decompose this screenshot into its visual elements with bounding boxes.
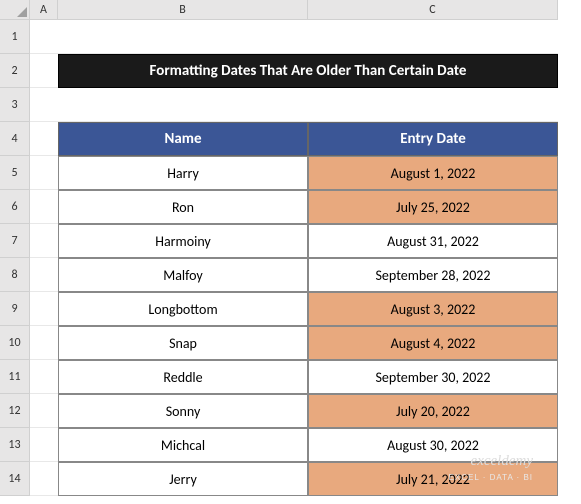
cell-a12[interactable]	[30, 394, 58, 428]
table-row[interactable]: July 20, 2022	[308, 394, 558, 428]
row-header-1[interactable]: 1	[0, 20, 30, 54]
spreadsheet-grid: A B C 1 2 Formatting Dates That Are Olde…	[0, 0, 581, 496]
row-header-14[interactable]: 14	[0, 462, 30, 496]
table-row[interactable]: August 1, 2022	[308, 156, 558, 190]
cell-c1[interactable]	[308, 20, 558, 54]
cell-a4[interactable]	[30, 122, 58, 156]
cell-a10[interactable]	[30, 326, 58, 360]
row-header-6[interactable]: 6	[0, 190, 30, 224]
table-row[interactable]: Harmoiny	[58, 224, 308, 258]
table-row[interactable]: September 28, 2022	[308, 258, 558, 292]
row-header-13[interactable]: 13	[0, 428, 30, 462]
title-cell[interactable]: Formatting Dates That Are Older Than Cer…	[58, 54, 558, 88]
col-header-a[interactable]: A	[30, 0, 58, 20]
col-header-b[interactable]: B	[58, 0, 308, 20]
row-header-9[interactable]: 9	[0, 292, 30, 326]
row-header-12[interactable]: 12	[0, 394, 30, 428]
row-header-8[interactable]: 8	[0, 258, 30, 292]
cell-a3[interactable]	[30, 88, 58, 122]
col-header-c[interactable]: C	[308, 0, 558, 20]
table-header-date[interactable]: Entry Date	[308, 122, 558, 156]
cell-b1[interactable]	[58, 20, 308, 54]
table-row[interactable]: Harry	[58, 156, 308, 190]
cell-a9[interactable]	[30, 292, 58, 326]
table-row[interactable]: July 25, 2022	[308, 190, 558, 224]
select-all-corner[interactable]	[0, 0, 30, 20]
row-header-2[interactable]: 2	[0, 54, 30, 88]
cell-a1[interactable]	[30, 20, 58, 54]
row-header-10[interactable]: 10	[0, 326, 30, 360]
cell-a14[interactable]	[30, 462, 58, 496]
table-row[interactable]: August 4, 2022	[308, 326, 558, 360]
cell-b3[interactable]	[58, 88, 308, 122]
table-row[interactable]: Ron	[58, 190, 308, 224]
cell-a2[interactable]	[30, 54, 58, 88]
row-header-7[interactable]: 7	[0, 224, 30, 258]
table-row[interactable]: Snap	[58, 326, 308, 360]
table-header-name[interactable]: Name	[58, 122, 308, 156]
row-header-4[interactable]: 4	[0, 122, 30, 156]
table-row[interactable]: August 3, 2022	[308, 292, 558, 326]
cell-c3[interactable]	[308, 88, 558, 122]
cell-a11[interactable]	[30, 360, 58, 394]
table-row[interactable]: July 21, 2022	[308, 462, 558, 496]
row-header-3[interactable]: 3	[0, 88, 30, 122]
cell-a5[interactable]	[30, 156, 58, 190]
cell-a8[interactable]	[30, 258, 58, 292]
table-row[interactable]: Sonny	[58, 394, 308, 428]
table-row[interactable]: August 31, 2022	[308, 224, 558, 258]
cell-a6[interactable]	[30, 190, 58, 224]
table-row[interactable]: August 30, 2022	[308, 428, 558, 462]
table-row[interactable]: Reddle	[58, 360, 308, 394]
cell-a7[interactable]	[30, 224, 58, 258]
table-row[interactable]: September 30, 2022	[308, 360, 558, 394]
table-row[interactable]: Malfoy	[58, 258, 308, 292]
cell-a13[interactable]	[30, 428, 58, 462]
row-header-5[interactable]: 5	[0, 156, 30, 190]
table-row[interactable]: Longbottom	[58, 292, 308, 326]
table-row[interactable]: Michcal	[58, 428, 308, 462]
table-row[interactable]: Jerry	[58, 462, 308, 496]
row-header-11[interactable]: 11	[0, 360, 30, 394]
